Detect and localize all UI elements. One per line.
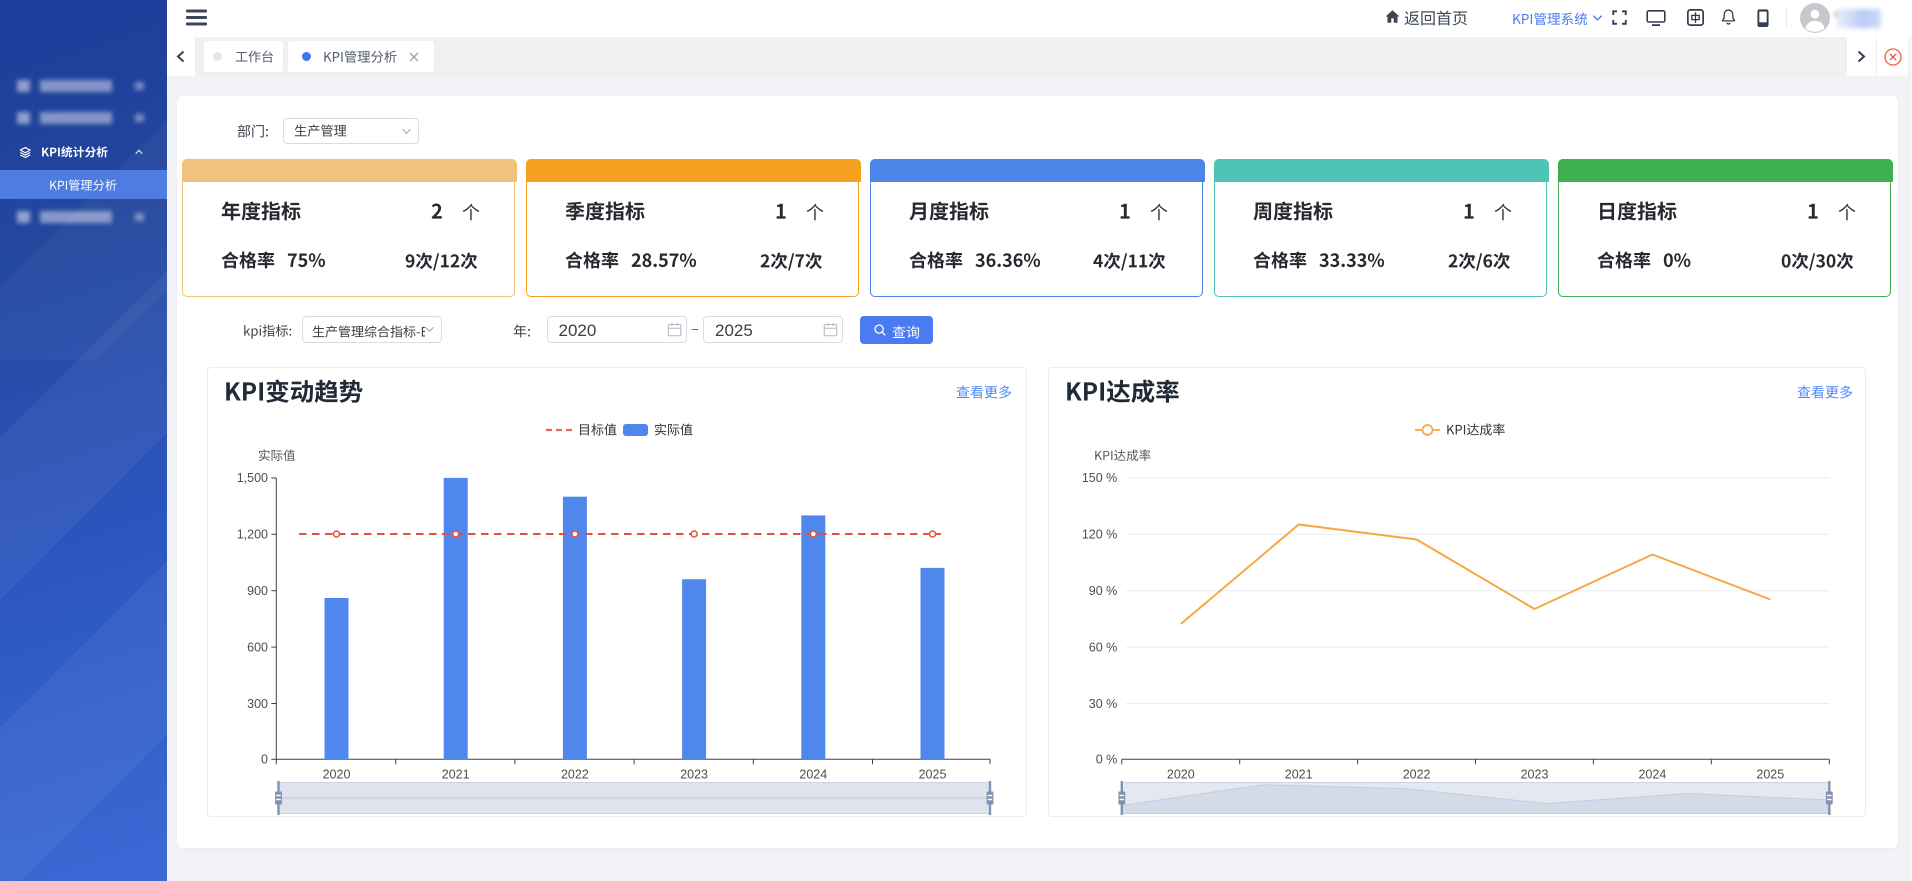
svg-text:2024: 2024 — [1638, 767, 1666, 781]
svg-text:2021: 2021 — [441, 767, 469, 781]
svg-text:2020: 2020 — [322, 767, 350, 781]
svg-text:30 %: 30 % — [1088, 696, 1117, 710]
svg-text:1,500: 1,500 — [236, 471, 267, 485]
svg-text:150 %: 150 % — [1081, 471, 1116, 485]
svg-text:600: 600 — [247, 640, 268, 654]
svg-text:300: 300 — [247, 696, 268, 710]
svg-text:2020: 2020 — [1166, 767, 1194, 781]
svg-text:2022: 2022 — [560, 767, 588, 781]
svg-text:2021: 2021 — [1284, 767, 1312, 781]
svg-text:120 %: 120 % — [1081, 527, 1116, 541]
svg-text:0: 0 — [261, 752, 268, 766]
svg-text:90 %: 90 % — [1088, 584, 1117, 598]
svg-text:900: 900 — [247, 584, 268, 598]
svg-text:2025: 2025 — [1756, 767, 1784, 781]
svg-text:1,200: 1,200 — [236, 527, 267, 541]
svg-text:2023: 2023 — [1520, 767, 1548, 781]
svg-text:60 %: 60 % — [1088, 640, 1117, 654]
svg-text:2022: 2022 — [1402, 767, 1430, 781]
svg-text:2023: 2023 — [680, 767, 708, 781]
svg-text:0 %: 0 % — [1095, 752, 1117, 766]
svg-text:2025: 2025 — [918, 767, 946, 781]
svg-text:2024: 2024 — [799, 767, 827, 781]
